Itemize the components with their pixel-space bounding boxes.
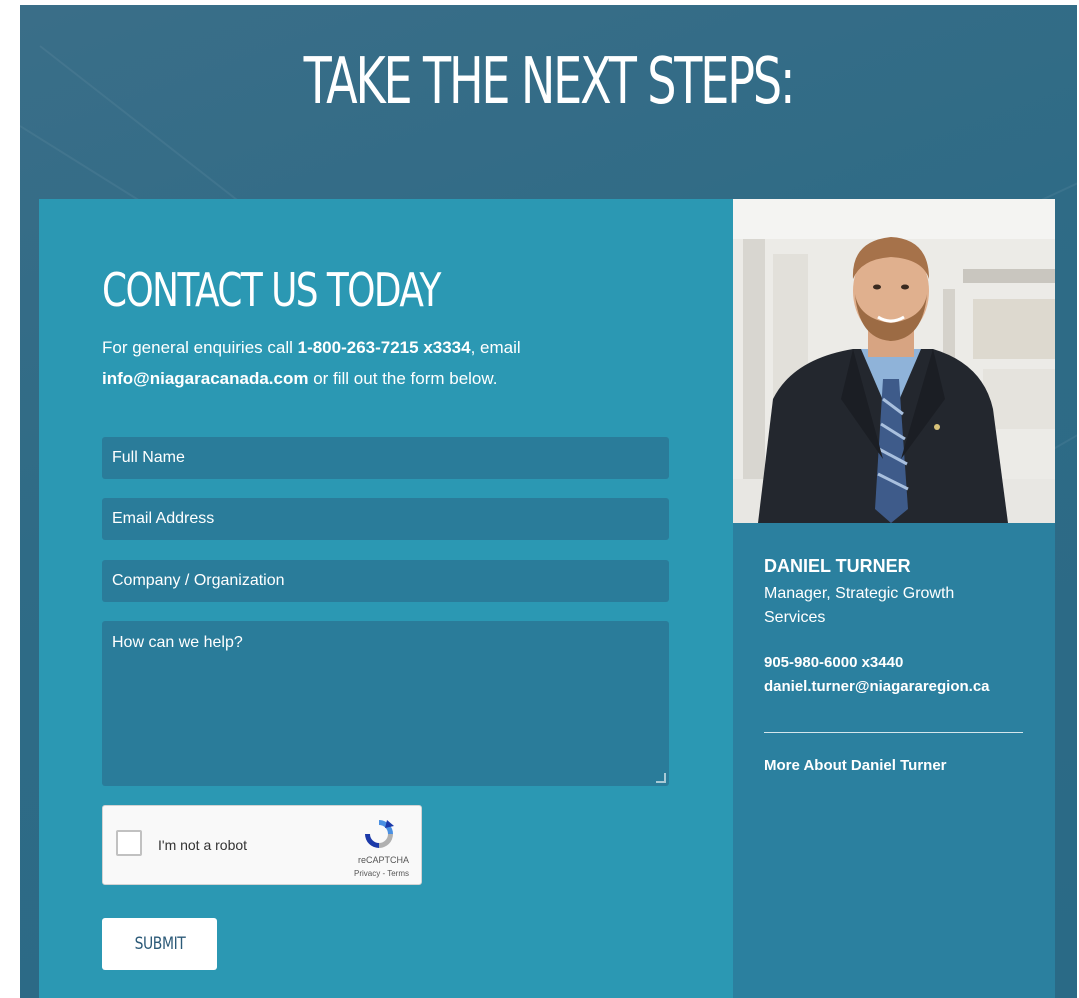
contact-email[interactable]: info@niagaracanada.com xyxy=(102,369,308,388)
profile-photo xyxy=(733,199,1055,523)
profile-phone[interactable]: 905-980-6000 x3440 xyxy=(764,654,903,671)
message-placeholder: How can we help? xyxy=(112,634,243,651)
intro-mid: , email xyxy=(470,338,521,357)
submit-button[interactable]: SUBMIT xyxy=(102,918,217,970)
profile-panel: DANIEL TURNER Manager, Strategic Growth … xyxy=(733,199,1055,998)
recaptcha-links[interactable]: Privacy - Terms xyxy=(103,869,409,878)
resize-grip-icon[interactable] xyxy=(656,773,666,783)
company-placeholder: Company / Organization xyxy=(112,572,285,589)
recaptcha-brand: reCAPTCHA xyxy=(357,855,409,865)
page-title: TAKE THE NEXT STEPS: xyxy=(303,45,796,119)
profile-name: DANIEL TURNER xyxy=(764,556,911,576)
full-name-placeholder: Full Name xyxy=(112,449,185,466)
email-placeholder: Email Address xyxy=(112,510,215,527)
recaptcha-widget: I'm not a robot reCAPTCHA Privacy - Term… xyxy=(102,805,422,885)
email-input[interactable]: Email Address xyxy=(102,498,669,540)
intro-prefix: For general enquiries call xyxy=(102,338,298,357)
profile-photo-image xyxy=(733,199,1055,523)
profile-role: Manager, Strategic Growth Services xyxy=(764,585,955,626)
contact-intro: For general enquiries call 1-800-263-721… xyxy=(102,332,622,394)
intro-suffix: or fill out the form below. xyxy=(308,369,498,388)
contact-phone[interactable]: 1-800-263-7215 x3334 xyxy=(298,338,471,357)
more-about-link[interactable]: More About Daniel Turner xyxy=(764,757,947,774)
full-name-input[interactable]: Full Name xyxy=(102,437,669,479)
company-input[interactable]: Company / Organization xyxy=(102,560,669,602)
profile-divider xyxy=(764,732,1023,733)
contact-heading: CONTACT US TODAY xyxy=(102,263,441,317)
message-textarea[interactable]: How can we help? xyxy=(102,621,669,786)
profile-email[interactable]: daniel.turner@niagararegion.ca xyxy=(764,678,990,695)
recaptcha-checkbox[interactable] xyxy=(116,830,142,856)
submit-label: SUBMIT xyxy=(134,934,185,954)
recaptcha-label: I'm not a robot xyxy=(158,837,248,853)
contact-panel: CONTACT US TODAY For general enquiries c… xyxy=(39,199,733,998)
recaptcha-icon xyxy=(365,820,394,848)
